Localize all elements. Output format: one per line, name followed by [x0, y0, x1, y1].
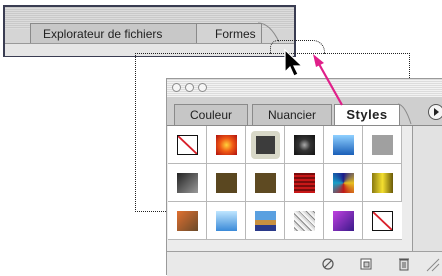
mouse-cursor-icon — [284, 48, 304, 77]
drag-direction-arrow — [313, 54, 343, 106]
